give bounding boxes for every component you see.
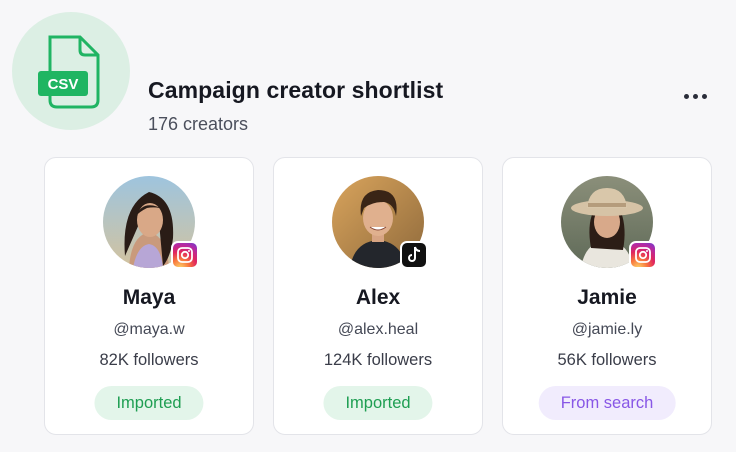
creator-name: Maya (122, 286, 176, 309)
creator-card[interactable]: Maya @maya.w 82K followers Imported (44, 157, 254, 435)
tiktok-icon (400, 241, 428, 269)
more-options-button[interactable] (676, 86, 714, 106)
csv-file-badge: CSV (12, 12, 130, 130)
creator-card[interactable]: Jamie @jamie.ly 56K followers From searc… (502, 157, 712, 435)
instagram-icon (171, 241, 199, 269)
status-badge: Imported (94, 386, 204, 420)
creator-handle: @maya.w (113, 321, 185, 338)
creator-handle: @alex.heal (337, 321, 419, 338)
creator-name: Alex (355, 286, 401, 309)
status-badge: Imported (323, 386, 433, 420)
creator-count: 176 creators (148, 114, 249, 134)
follower-count: 124K followers (323, 351, 433, 369)
creator-handle: @jamie.ly (571, 321, 643, 338)
status-badge: From search (538, 386, 676, 420)
creator-name: Jamie (577, 286, 637, 309)
csv-file-icon: CSV (38, 35, 100, 109)
follower-count: 56K followers (557, 351, 657, 369)
page-title: Campaign creator shortlist (148, 77, 444, 103)
csv-label: CSV (48, 76, 79, 93)
follower-count: 82K followers (99, 351, 199, 369)
more-horizontal-icon (683, 93, 689, 99)
creator-card[interactable]: Alex @alex.heal 124K followers Imported (273, 157, 483, 435)
instagram-icon (629, 241, 657, 269)
